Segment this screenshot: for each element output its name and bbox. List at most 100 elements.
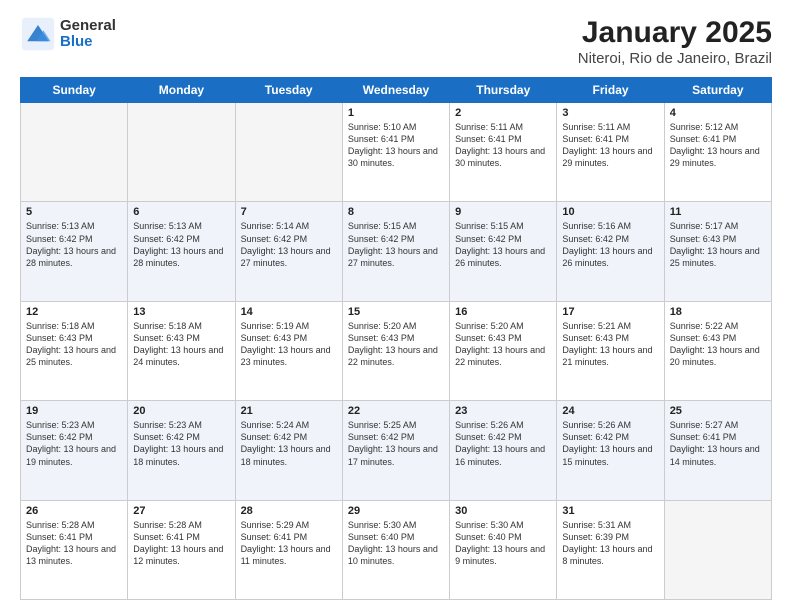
day-info: Sunrise: 5:10 AMSunset: 6:41 PMDaylight:… bbox=[348, 121, 444, 170]
logo: General Blue bbox=[20, 16, 116, 52]
day-number: 22 bbox=[348, 405, 444, 417]
day-number: 14 bbox=[241, 306, 337, 318]
table-row: 16Sunrise: 5:20 AMSunset: 6:43 PMDayligh… bbox=[450, 301, 557, 400]
table-row: 1 Sunrise: 5:10 AMSunset: 6:41 PMDaylight… bbox=[342, 103, 449, 202]
calendar-week-row: 19 Sunrise: 5:23 AMSunset: 6:42 PMDayligh… bbox=[21, 401, 772, 500]
day-info: Sunrise: 5:18 AMSunset: 6:43 PMDaylight:… bbox=[26, 320, 122, 369]
calendar-week-row: 1 Sunrise: 5:10 AMSunset: 6:41 PMDaylight… bbox=[21, 103, 772, 202]
day-number: 15 bbox=[348, 306, 444, 318]
col-tuesday: Tuesday bbox=[235, 78, 342, 103]
day-number: 9 bbox=[455, 206, 551, 218]
table-row: 9 Sunrise: 5:15 AMSunset: 6:42 PMDaylight… bbox=[450, 202, 557, 301]
table-row: 27Sunrise: 5:28 AMSunset: 6:41 PMDayligh… bbox=[128, 500, 235, 599]
logo-icon bbox=[20, 16, 56, 52]
day-number: 6 bbox=[133, 206, 229, 218]
day-number: 18 bbox=[670, 306, 766, 318]
day-info: Sunrise: 5:26 AMSunset: 6:42 PMDaylight:… bbox=[455, 419, 551, 468]
day-info: Sunrise: 5:16 AMSunset: 6:42 PMDaylight:… bbox=[562, 220, 658, 269]
day-info: Sunrise: 5:14 AMSunset: 6:42 PMDaylight:… bbox=[241, 220, 337, 269]
day-info: Sunrise: 5:13 AMSunset: 6:42 PMDaylight:… bbox=[133, 220, 229, 269]
day-info: Sunrise: 5:18 AMSunset: 6:43 PMDaylight:… bbox=[133, 320, 229, 369]
table-row: 31 Sunrise: 5:31 AMSunset: 6:39 PMDayligh… bbox=[557, 500, 664, 599]
table-row: 20Sunrise: 5:23 AMSunset: 6:42 PMDayligh… bbox=[128, 401, 235, 500]
col-monday: Monday bbox=[128, 78, 235, 103]
day-info: Sunrise: 5:29 AMSunset: 6:41 PMDaylight:… bbox=[241, 519, 337, 568]
day-number: 17 bbox=[562, 306, 658, 318]
day-info: Sunrise: 5:11 AMSunset: 6:41 PMDaylight:… bbox=[562, 121, 658, 170]
day-info: Sunrise: 5:27 AMSunset: 6:41 PMDaylight:… bbox=[670, 419, 766, 468]
calendar-table: Sunday Monday Tuesday Wednesday Thursday… bbox=[20, 77, 772, 600]
day-number: 24 bbox=[562, 405, 658, 417]
table-row: 19Sunrise: 5:23 AMSunset: 6:42 PMDayligh… bbox=[21, 401, 128, 500]
day-number: 30 bbox=[455, 505, 551, 517]
day-number: 5 bbox=[26, 206, 122, 218]
calendar-week-row: 12Sunrise: 5:18 AMSunset: 6:43 PMDayligh… bbox=[21, 301, 772, 400]
day-number: 19 bbox=[26, 405, 122, 417]
table-row bbox=[21, 103, 128, 202]
day-number: 4 bbox=[670, 107, 766, 119]
day-info: Sunrise: 5:30 AMSunset: 6:40 PMDaylight:… bbox=[348, 519, 444, 568]
day-info: Sunrise: 5:24 AMSunset: 6:42 PMDaylight:… bbox=[241, 419, 337, 468]
day-info: Sunrise: 5:31 AMSunset: 6:39 PMDaylight:… bbox=[562, 519, 658, 568]
day-number: 2 bbox=[455, 107, 551, 119]
table-row: 12Sunrise: 5:18 AMSunset: 6:43 PMDayligh… bbox=[21, 301, 128, 400]
table-row: 14 Sunrise: 5:19 AMSunset: 6:43 PMDayligh… bbox=[235, 301, 342, 400]
table-row: 29 Sunrise: 5:30 AMSunset: 6:40 PMDayligh… bbox=[342, 500, 449, 599]
table-row: 6 Sunrise: 5:13 AMSunset: 6:42 PMDaylight… bbox=[128, 202, 235, 301]
table-row bbox=[235, 103, 342, 202]
table-row: 28 Sunrise: 5:29 AMSunset: 6:41 PMDayligh… bbox=[235, 500, 342, 599]
table-row: 26 Sunrise: 5:28 AMSunset: 6:41 PMDayligh… bbox=[21, 500, 128, 599]
day-info: Sunrise: 5:20 AMSunset: 6:43 PMDaylight:… bbox=[348, 320, 444, 369]
day-info: Sunrise: 5:17 AMSunset: 6:43 PMDaylight:… bbox=[670, 220, 766, 269]
day-info: Sunrise: 5:13 AMSunset: 6:42 PMDaylight:… bbox=[26, 220, 122, 269]
day-info: Sunrise: 5:15 AMSunset: 6:42 PMDaylight:… bbox=[348, 220, 444, 269]
day-info: Sunrise: 5:21 AMSunset: 6:43 PMDaylight:… bbox=[562, 320, 658, 369]
table-row: 5 Sunrise: 5:13 AMSunset: 6:42 PMDaylight… bbox=[21, 202, 128, 301]
day-number: 27 bbox=[133, 505, 229, 517]
day-info: Sunrise: 5:28 AMSunset: 6:41 PMDaylight:… bbox=[26, 519, 122, 568]
day-number: 26 bbox=[26, 505, 122, 517]
col-saturday: Saturday bbox=[664, 78, 771, 103]
calendar-title: January 2025 bbox=[578, 16, 772, 50]
table-row: 10Sunrise: 5:16 AMSunset: 6:42 PMDayligh… bbox=[557, 202, 664, 301]
day-info: Sunrise: 5:22 AMSunset: 6:43 PMDaylight:… bbox=[670, 320, 766, 369]
day-info: Sunrise: 5:26 AMSunset: 6:42 PMDaylight:… bbox=[562, 419, 658, 468]
title-block: January 2025 Niteroi, Rio de Janeiro, Br… bbox=[578, 16, 772, 67]
table-row: 2 Sunrise: 5:11 AMSunset: 6:41 PMDaylight… bbox=[450, 103, 557, 202]
day-info: Sunrise: 5:25 AMSunset: 6:42 PMDaylight:… bbox=[348, 419, 444, 468]
day-number: 28 bbox=[241, 505, 337, 517]
logo-blue-text: Blue bbox=[60, 34, 116, 51]
table-row: 4 Sunrise: 5:12 AMSunset: 6:41 PMDaylight… bbox=[664, 103, 771, 202]
day-number: 25 bbox=[670, 405, 766, 417]
day-number: 16 bbox=[455, 306, 551, 318]
table-row: 8 Sunrise: 5:15 AMSunset: 6:42 PMDaylight… bbox=[342, 202, 449, 301]
day-number: 3 bbox=[562, 107, 658, 119]
calendar-week-row: 5 Sunrise: 5:13 AMSunset: 6:42 PMDaylight… bbox=[21, 202, 772, 301]
table-row: 25 Sunrise: 5:27 AMSunset: 6:41 PMDayligh… bbox=[664, 401, 771, 500]
table-row bbox=[128, 103, 235, 202]
logo-general-text: General bbox=[60, 18, 116, 35]
day-number: 1 bbox=[348, 107, 444, 119]
page: General Blue January 2025 Niteroi, Rio d… bbox=[0, 0, 792, 612]
table-row: 7Sunrise: 5:14 AMSunset: 6:42 PMDaylight… bbox=[235, 202, 342, 301]
calendar-subtitle: Niteroi, Rio de Janeiro, Brazil bbox=[578, 50, 772, 67]
header: General Blue January 2025 Niteroi, Rio d… bbox=[20, 16, 772, 67]
day-info: Sunrise: 5:11 AMSunset: 6:41 PMDaylight:… bbox=[455, 121, 551, 170]
day-number: 8 bbox=[348, 206, 444, 218]
day-info: Sunrise: 5:19 AMSunset: 6:43 PMDaylight:… bbox=[241, 320, 337, 369]
day-number: 13 bbox=[133, 306, 229, 318]
logo-text: General Blue bbox=[60, 18, 116, 51]
table-row: 30 Sunrise: 5:30 AMSunset: 6:40 PMDayligh… bbox=[450, 500, 557, 599]
day-info: Sunrise: 5:15 AMSunset: 6:42 PMDaylight:… bbox=[455, 220, 551, 269]
day-number: 23 bbox=[455, 405, 551, 417]
day-info: Sunrise: 5:30 AMSunset: 6:40 PMDaylight:… bbox=[455, 519, 551, 568]
header-row: Sunday Monday Tuesday Wednesday Thursday… bbox=[21, 78, 772, 103]
day-number: 31 bbox=[562, 505, 658, 517]
day-info: Sunrise: 5:12 AMSunset: 6:41 PMDaylight:… bbox=[670, 121, 766, 170]
col-friday: Friday bbox=[557, 78, 664, 103]
day-info: Sunrise: 5:23 AMSunset: 6:42 PMDaylight:… bbox=[133, 419, 229, 468]
calendar-week-row: 26 Sunrise: 5:28 AMSunset: 6:41 PMDayligh… bbox=[21, 500, 772, 599]
table-row: 24 Sunrise: 5:26 AMSunset: 6:42 PMDayligh… bbox=[557, 401, 664, 500]
col-wednesday: Wednesday bbox=[342, 78, 449, 103]
day-number: 29 bbox=[348, 505, 444, 517]
